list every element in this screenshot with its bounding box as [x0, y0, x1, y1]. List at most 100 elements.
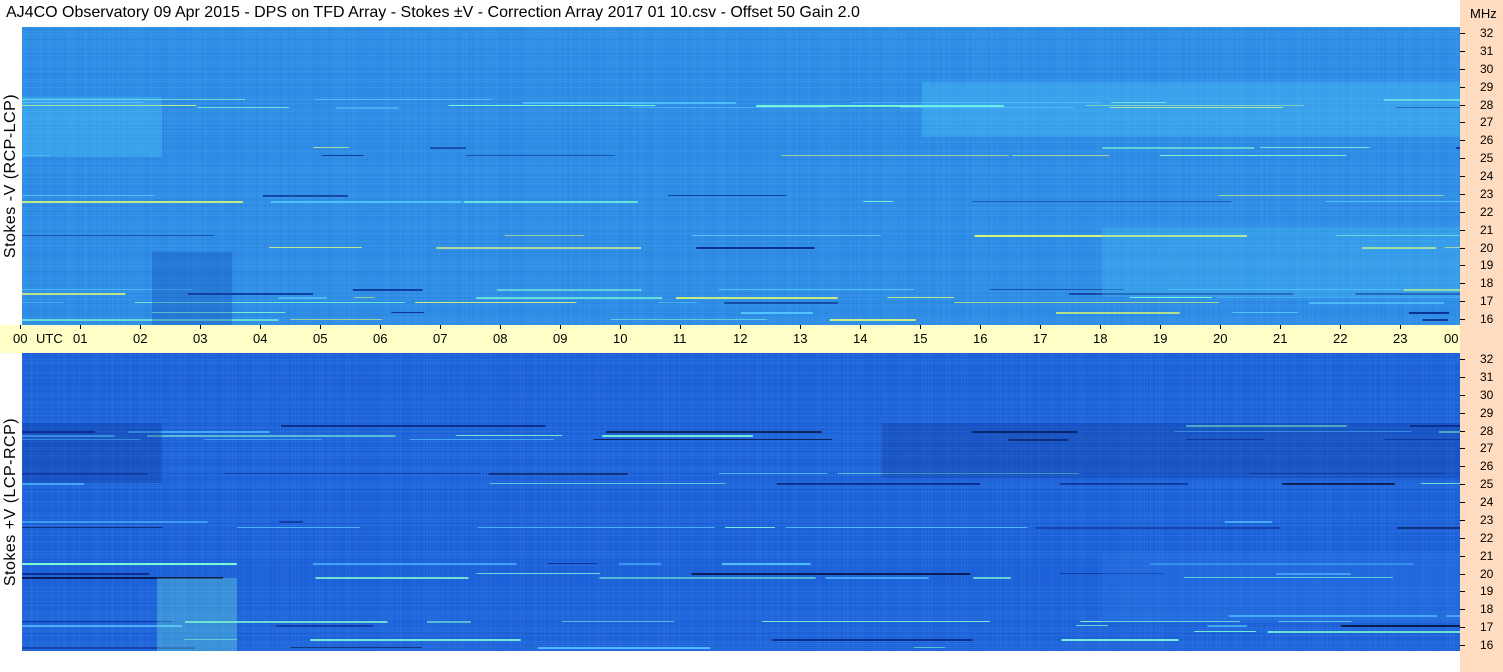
time-column [961, 27, 962, 325]
time-column [844, 353, 845, 651]
time-column [970, 27, 971, 325]
frequency-band [22, 491, 1460, 492]
frequency-band [22, 649, 1460, 650]
time-column [1003, 353, 1004, 651]
interference-line [146, 435, 396, 437]
frequency-band [22, 51, 1460, 52]
frequency-tick-mark [1460, 394, 1465, 396]
time-column [328, 27, 329, 325]
time-column [514, 353, 515, 651]
time-column [436, 27, 437, 325]
interference-line [954, 302, 1220, 303]
time-column [928, 27, 929, 325]
time-column [370, 353, 371, 651]
time-column [940, 353, 941, 651]
frequency-band [22, 355, 1460, 356]
time-column [718, 27, 719, 325]
frequency-tick-mark [1460, 247, 1465, 249]
frequency-band [22, 153, 1460, 154]
time-column [313, 27, 314, 325]
activity-patch [1102, 553, 1460, 623]
time-column [853, 353, 854, 651]
interference-line [1218, 195, 1444, 196]
interference-line [290, 319, 383, 320]
time-column [241, 27, 242, 325]
interference-line [313, 563, 517, 565]
time-column [1051, 353, 1052, 651]
frequency-tick-label: 23 [1480, 512, 1494, 527]
frequency-band [22, 137, 1460, 138]
time-column [943, 353, 944, 651]
time-column [490, 27, 491, 325]
time-column [847, 353, 848, 651]
time-column [316, 353, 317, 651]
interference-line [1232, 312, 1298, 313]
time-column [478, 353, 479, 651]
interference-line [724, 302, 838, 304]
interference-line [667, 195, 787, 196]
frequency-band [22, 481, 1460, 482]
time-tick-mark [1340, 325, 1341, 329]
time-column [1084, 353, 1085, 651]
time-column [790, 353, 791, 651]
frequency-tick-label: 24 [1480, 169, 1494, 183]
frequency-band [22, 395, 1460, 396]
time-tick-mark [440, 325, 441, 329]
time-column [736, 27, 737, 325]
time-tick-mark [140, 325, 141, 329]
time-column [892, 27, 893, 325]
time-column [835, 27, 836, 325]
time-column [1045, 353, 1046, 651]
frequency-band [22, 629, 1460, 630]
time-column [802, 27, 803, 325]
time-tick-label: 19 [1153, 331, 1168, 346]
frequency-tick-mark [1460, 50, 1465, 52]
time-column [994, 27, 995, 325]
time-column [310, 27, 311, 325]
interference-line [427, 621, 471, 623]
time-column [610, 27, 611, 325]
frequency-band [22, 361, 1460, 362]
time-column [685, 353, 686, 651]
time-tick-label: 04 [253, 331, 268, 346]
time-tick-label: 14 [853, 331, 868, 346]
time-tick-mark [1400, 325, 1401, 329]
bottom-spectrogram [22, 353, 1460, 651]
frequency-tick-mark [1460, 68, 1465, 70]
time-column [616, 27, 617, 325]
interference-line [22, 563, 237, 565]
frequency-tick-mark [1460, 466, 1465, 468]
time-column [553, 353, 554, 651]
time-column [115, 27, 116, 325]
time-column [1024, 27, 1025, 325]
time-column [766, 353, 767, 651]
time-column [907, 353, 908, 651]
time-column [148, 27, 149, 325]
time-column [604, 353, 605, 651]
time-column [355, 27, 356, 325]
time-column [238, 27, 239, 325]
time-column [1072, 27, 1073, 325]
time-column [934, 353, 935, 651]
time-column [886, 27, 887, 325]
time-column [313, 353, 314, 651]
time-column [136, 353, 137, 651]
time-column [634, 353, 635, 651]
time-column [454, 353, 455, 651]
time-column [106, 27, 107, 325]
time-column [73, 353, 74, 651]
frequency-band [22, 165, 1460, 166]
frequency-tick-mark [1460, 140, 1465, 142]
time-column [511, 353, 512, 651]
frequency-band [22, 413, 1460, 414]
frequency-band [22, 417, 1460, 418]
time-column [967, 353, 968, 651]
frequency-band [22, 35, 1460, 36]
interference-line [1055, 312, 1180, 314]
time-column [436, 353, 437, 651]
time-column [328, 353, 329, 651]
time-column [94, 353, 95, 651]
time-column [715, 27, 716, 325]
time-tick-mark [920, 325, 921, 329]
time-column [592, 353, 593, 651]
